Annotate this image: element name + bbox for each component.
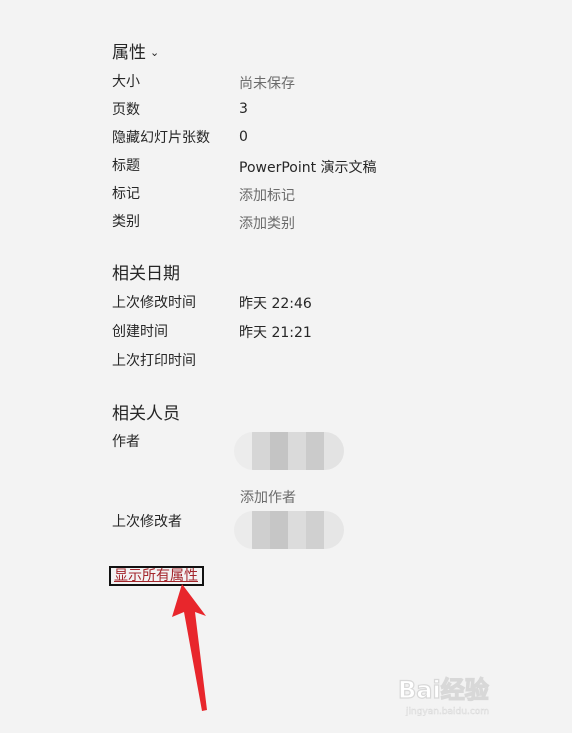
add-author-link[interactable]: 添加作者	[240, 487, 296, 507]
last-modified-value: 昨天 22:46	[239, 296, 312, 312]
watermark-sub: jingyan.baidu.com	[405, 707, 489, 716]
author-avatar[interactable]	[234, 432, 344, 470]
add-categories-field[interactable]: 添加类别	[239, 213, 295, 233]
last-modified-label: 上次修改时间	[112, 295, 196, 311]
related-people-title: 相关人员	[112, 404, 180, 424]
chevron-down-icon[interactable]: ⌄	[150, 46, 159, 59]
author-label: 作者	[112, 434, 140, 450]
related-dates-title: 相关日期	[112, 264, 180, 284]
baidu-watermark: Bai经验 jingyan.baidu.com	[397, 672, 538, 720]
hidden-slides-label: 隐藏幻灯片张数	[112, 130, 210, 146]
hidden-slides-value: 0	[239, 129, 248, 145]
properties-title: 属性	[112, 43, 146, 63]
tags-label: 标记	[112, 186, 140, 202]
annotation-arrow-icon	[172, 584, 207, 711]
add-tags-field[interactable]: 添加标记	[239, 185, 295, 205]
created-label: 创建时间	[112, 324, 168, 340]
created-value: 昨天 21:21	[239, 325, 312, 341]
last-printed-label: 上次打印时间	[112, 353, 196, 369]
last-modified-by-avatar[interactable]	[234, 511, 344, 549]
title-value[interactable]: PowerPoint 演示文稿	[239, 157, 377, 177]
pages-value: 3	[239, 101, 248, 117]
pages-label: 页数	[112, 102, 140, 118]
categories-label: 类别	[112, 214, 140, 230]
last-modified-by-label: 上次修改者	[112, 514, 182, 530]
title-label: 标题	[112, 158, 140, 174]
properties-header[interactable]: 属性 ⌄	[112, 38, 159, 63]
size-value: 尚未保存	[239, 76, 295, 92]
watermark-text: Bai经验	[398, 676, 489, 704]
size-label: 大小	[112, 74, 140, 90]
